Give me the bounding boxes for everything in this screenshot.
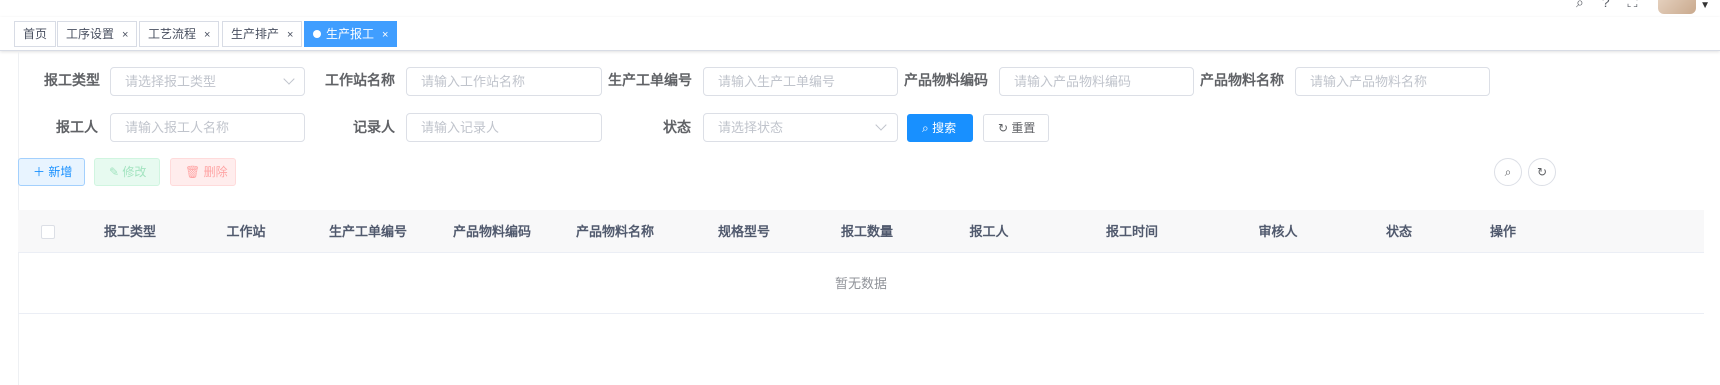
work-order-label: 生产工单编号 bbox=[608, 72, 692, 88]
workstation-label: 工作站名称 bbox=[325, 72, 395, 88]
edit-button[interactable]: ✎ 修改 bbox=[94, 158, 160, 186]
close-icon[interactable]: × bbox=[204, 29, 210, 41]
reporter-input[interactable] bbox=[110, 113, 305, 142]
column-header: 报工时间 bbox=[1105, 224, 1158, 239]
plus-icon: ＋ bbox=[33, 165, 46, 179]
question-icon[interactable]: ? bbox=[1602, 0, 1610, 11]
item-name-label: 产品物料名称 bbox=[1200, 72, 1284, 88]
select-all-checkbox[interactable] bbox=[41, 225, 55, 239]
reset-button-label: 重置 bbox=[1011, 121, 1036, 135]
column-header: 操作 bbox=[1489, 224, 1516, 239]
delete-button-label: 删除 bbox=[203, 165, 228, 179]
search-icon[interactable]: ⌕ bbox=[1576, 0, 1584, 11]
item-code-input[interactable] bbox=[999, 67, 1194, 96]
refresh-button[interactable]: ↻ bbox=[1528, 158, 1556, 186]
search-button[interactable]: ⌕ 搜索 bbox=[907, 114, 973, 142]
table-header: 报工类型 工作站 生产工单编号 产品物料编码 产品物料名称 规格型号 报工数量 … bbox=[18, 210, 1704, 253]
tags-view: 首页 工序设置 × 工艺流程 × 生产排产 × 生产报工 × bbox=[0, 17, 1720, 51]
workstation-input[interactable] bbox=[406, 67, 602, 96]
empty-text: 暂无数据 bbox=[834, 276, 887, 291]
column-header: 报工人 bbox=[969, 224, 1009, 239]
status-label: 状态 bbox=[663, 119, 691, 135]
close-icon[interactable]: × bbox=[382, 29, 388, 41]
toggle-search-button[interactable]: ⌕ bbox=[1494, 158, 1522, 186]
column-header: 工作站 bbox=[226, 224, 266, 239]
add-button-label: 新增 bbox=[48, 165, 73, 179]
caret-down-icon[interactable]: ▼ bbox=[1700, 0, 1710, 11]
reset-button[interactable]: ↻ 重置 bbox=[983, 114, 1049, 142]
fullscreen-icon[interactable]: ⛶ bbox=[1628, 0, 1638, 11]
item-name-input[interactable] bbox=[1295, 67, 1490, 96]
add-button[interactable]: ＋ 新增 bbox=[18, 158, 85, 186]
column-header: 审核人 bbox=[1258, 224, 1298, 239]
edit-button-label: 修改 bbox=[122, 165, 147, 179]
navbar: ⌕ ? ⛶ T ▼ bbox=[0, 0, 1720, 16]
tag-process-setting[interactable]: 工序设置 × bbox=[57, 21, 138, 47]
edit-icon: ✎ bbox=[109, 165, 120, 179]
tag-production-report[interactable]: 生产报工 × bbox=[304, 21, 398, 47]
table-empty-row: 暂无数据 bbox=[18, 254, 1704, 314]
tag-label: 首页 bbox=[23, 27, 48, 41]
active-dot-icon bbox=[313, 30, 321, 38]
close-icon[interactable]: × bbox=[287, 29, 293, 41]
avatar[interactable] bbox=[1658, 0, 1696, 14]
report-type-label: 报工类型 bbox=[44, 72, 100, 88]
tag-label: 工艺流程 bbox=[148, 27, 197, 41]
column-header: 规格型号 bbox=[717, 224, 770, 239]
search-icon: ⌕ bbox=[922, 121, 929, 135]
search-button-label: 搜索 bbox=[932, 121, 957, 135]
recorder-label: 记录人 bbox=[353, 119, 395, 135]
status-select[interactable] bbox=[703, 113, 898, 142]
trash-icon: 🗑 bbox=[185, 165, 201, 179]
refresh-icon: ↻ bbox=[1536, 165, 1548, 179]
tag-production-schedule[interactable]: 生产排产 × bbox=[222, 21, 303, 47]
tag-label: 生产报工 bbox=[326, 27, 375, 41]
recorder-input[interactable] bbox=[406, 113, 602, 142]
column-header: 状态 bbox=[1385, 224, 1412, 239]
item-code-label: 产品物料编码 bbox=[904, 72, 988, 88]
tag-home[interactable]: 首页 bbox=[14, 21, 57, 47]
tag-label: 工序设置 bbox=[66, 27, 115, 41]
column-header: 产品物料名称 bbox=[575, 224, 654, 239]
search-icon: ⌕ bbox=[1504, 165, 1512, 179]
close-icon[interactable]: × bbox=[122, 29, 128, 41]
navbar-icons: ⌕ ? ⛶ T bbox=[1576, 0, 1664, 11]
tag-process-flow[interactable]: 工艺流程 × bbox=[139, 21, 220, 47]
refresh-icon: ↻ bbox=[998, 121, 1009, 135]
reporter-label: 报工人 bbox=[56, 119, 98, 135]
column-header: 产品物料编码 bbox=[452, 224, 531, 239]
delete-button[interactable]: 🗑 删除 bbox=[170, 158, 236, 186]
report-type-select[interactable] bbox=[110, 67, 305, 96]
tag-label: 生产排产 bbox=[231, 27, 280, 41]
column-header: 生产工单编号 bbox=[328, 224, 407, 239]
work-order-input[interactable] bbox=[703, 67, 898, 96]
column-header: 报工数量 bbox=[840, 224, 893, 239]
column-header: 报工类型 bbox=[103, 224, 156, 239]
